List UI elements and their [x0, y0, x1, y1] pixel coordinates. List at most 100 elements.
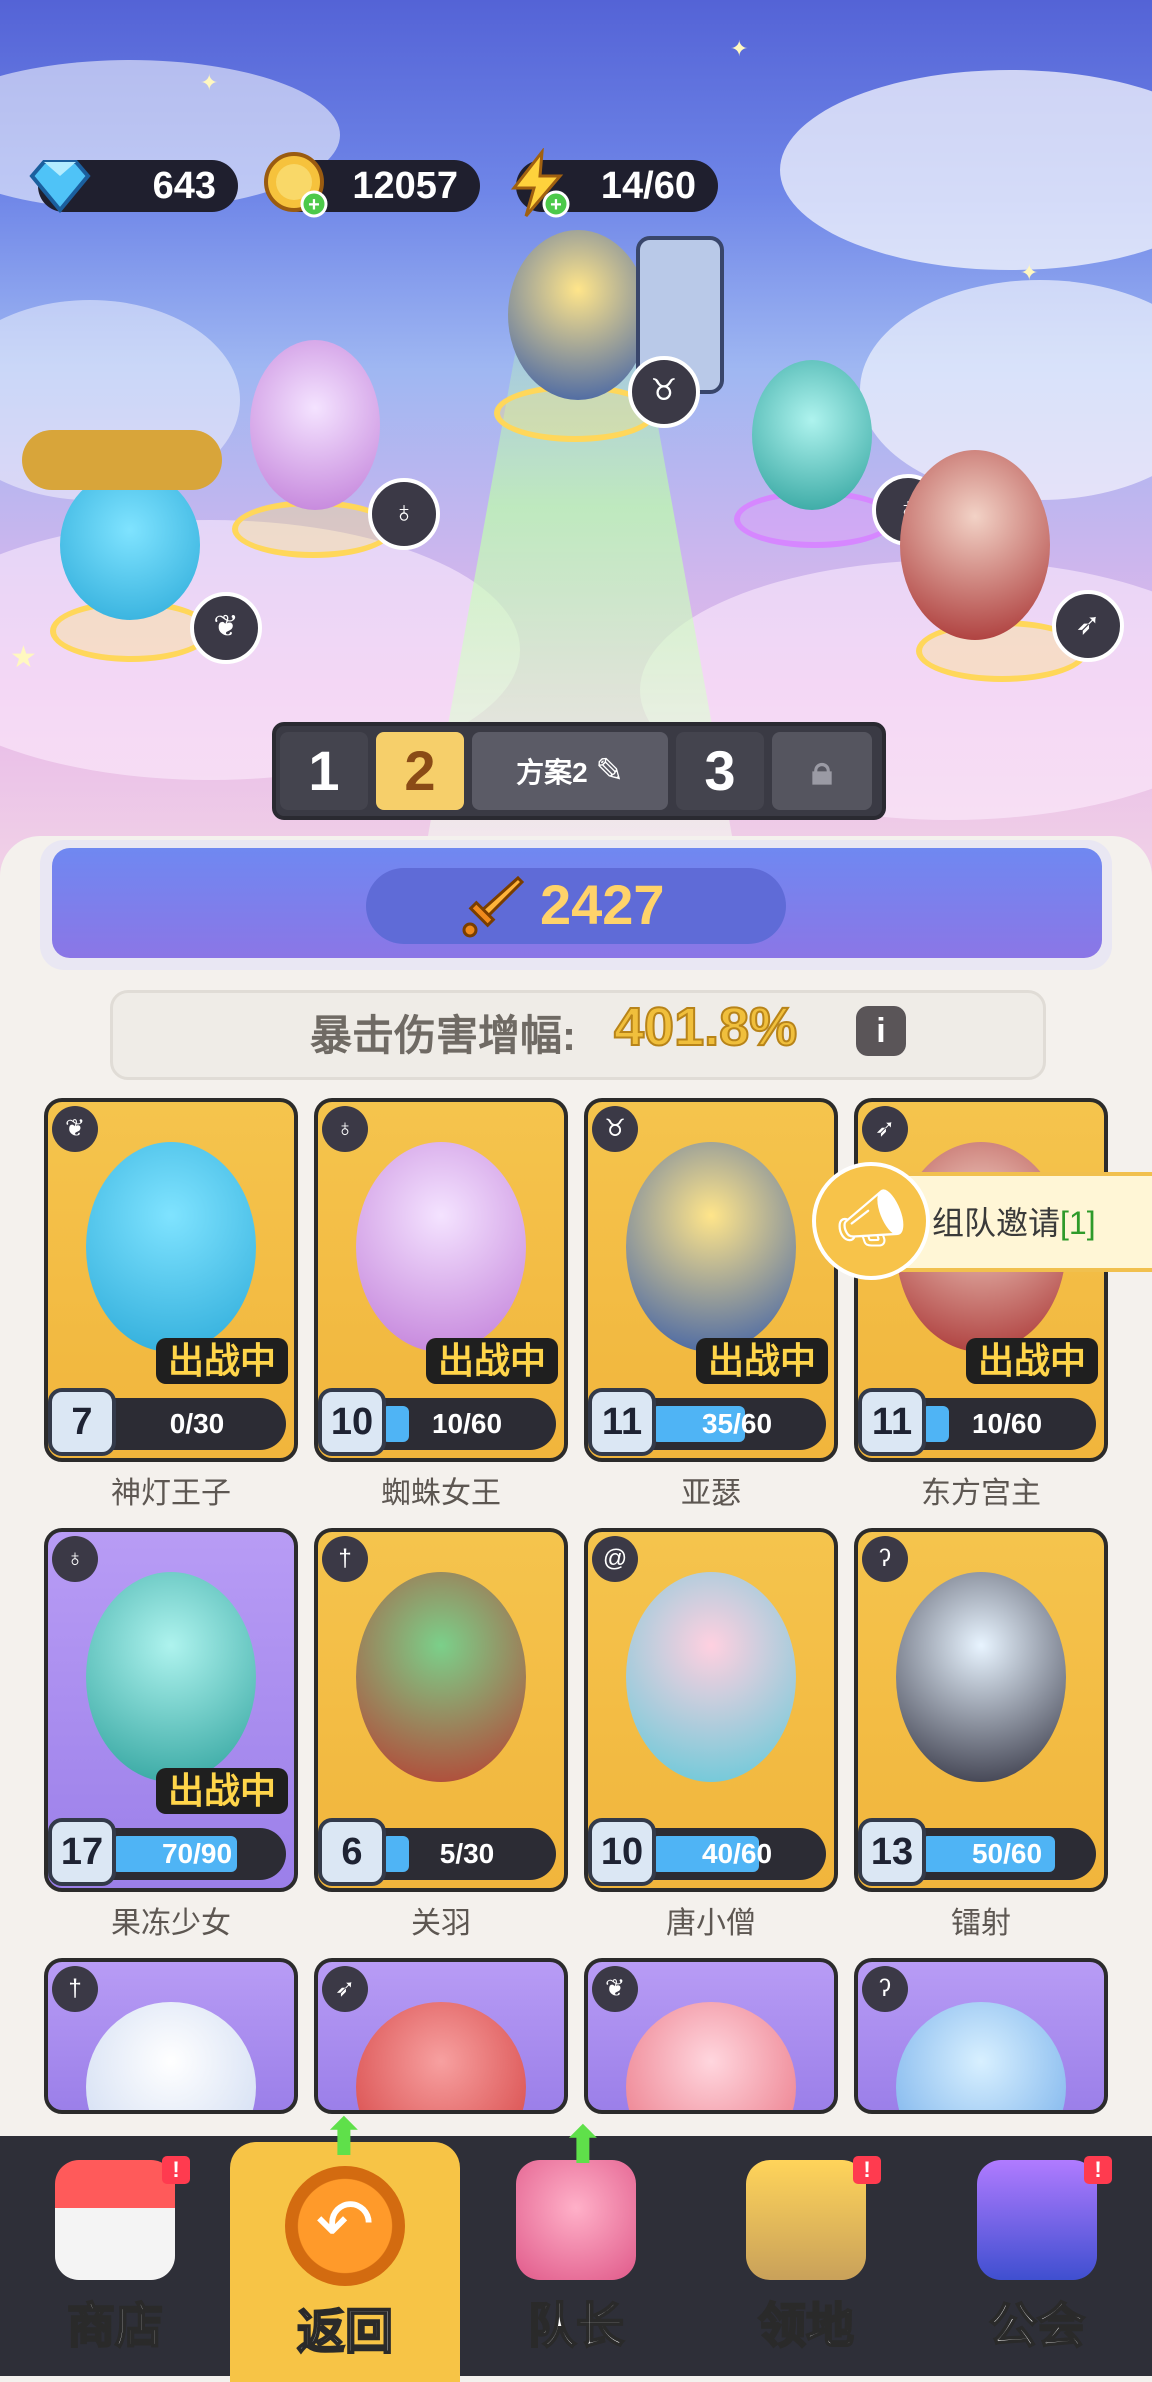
hero-spider-queen[interactable]: [250, 340, 380, 510]
hero-card[interactable]: ❦: [584, 1958, 838, 2114]
sword-icon: †: [322, 1536, 368, 1582]
hero-card[interactable]: ♁ 出战中 10/60 10: [314, 1098, 568, 1462]
energy-bolt-add-icon: +: [510, 148, 570, 218]
sword-icon: †: [52, 1966, 98, 2012]
hero-portrait: [356, 1572, 526, 1782]
hero-card[interactable]: ➶ 出战中 10/60 11: [854, 1098, 1108, 1462]
shop-icon: [55, 2160, 175, 2280]
alert-badge: !: [853, 2156, 881, 2184]
level-progress-text: 5/30: [439, 1838, 495, 1869]
hero-portrait: [86, 2002, 256, 2110]
lock-icon[interactable]: 🔒︎: [772, 732, 872, 810]
hero-portrait: [626, 1572, 796, 1782]
plan-tab-1[interactable]: 1: [280, 732, 368, 810]
crit-damage-value: 401.8%: [613, 996, 798, 1058]
bow-icon: ➶: [862, 1106, 908, 1152]
hero-card[interactable]: † 5/30 6: [314, 1528, 568, 1892]
hero-card[interactable]: ʔ: [854, 1958, 1108, 2114]
hero-name: 神灯王子: [111, 1477, 231, 1510]
plan-tab-3[interactable]: 3: [676, 732, 764, 810]
swirl-icon: @: [592, 1536, 638, 1582]
gems-value: 643: [152, 165, 216, 207]
hero-eastern-palace-lady[interactable]: [900, 450, 1050, 640]
svg-text:+: +: [550, 194, 562, 216]
plan-name-edit[interactable]: 方案2 ✎: [472, 732, 668, 810]
wings-icon: ❦: [52, 1106, 98, 1152]
hero-name: 果冻少女: [111, 1907, 231, 1940]
hero-card[interactable]: @40/60 10: [584, 1528, 838, 1892]
upgrade-arrow-icon: ⬆: [561, 2117, 605, 2175]
hero-name: 亚瑟: [681, 1477, 741, 1510]
potion-icon: ♁: [52, 1536, 98, 1582]
hero-card[interactable]: ♉ 出战中 35/60 11: [584, 1098, 838, 1462]
potion-icon: ♁: [322, 1106, 368, 1152]
level-progress-text: 10/60: [431, 1408, 503, 1439]
nav-shop[interactable]: 商店!: [0, 2136, 230, 2376]
bow-icon: ➶: [1052, 590, 1124, 662]
nav-territory[interactable]: 领地!: [691, 2136, 921, 2376]
bow-icon: ➶: [322, 1966, 368, 2012]
hero-portrait: [896, 1572, 1066, 1782]
invite-count: [1]: [1060, 1205, 1096, 1241]
hero-card[interactable]: †: [44, 1958, 298, 2114]
coins-value: 12057: [352, 165, 458, 207]
star-icon: ✦: [1020, 260, 1039, 285]
gems-counter[interactable]: 643: [29, 160, 238, 214]
hero-name: 东方宫主: [921, 1477, 1041, 1510]
territory-icon: [746, 2160, 866, 2280]
nav-back[interactable]: ↶ 返回 ⬆: [230, 2109, 460, 2382]
hero-level: 6: [318, 1818, 386, 1886]
hero-level: 7: [48, 1388, 116, 1456]
in-battle-badge: 出战中: [155, 1768, 288, 1814]
hero-level: 11: [588, 1388, 656, 1456]
hero-portrait: [626, 1142, 796, 1352]
back-icon: ↶: [285, 2166, 405, 2286]
upgrade-arrow-icon: ⬆: [322, 2109, 366, 2167]
hero-level: 17: [48, 1818, 116, 1886]
sword-icon: [462, 875, 525, 938]
star-icon: ★: [10, 641, 37, 674]
captain-icon: [516, 2160, 636, 2280]
energy-counter[interactable]: + 14/60: [510, 148, 718, 218]
hero-portrait: [86, 1142, 256, 1352]
hero-portrait: [86, 1572, 256, 1782]
level-progress-text: 0/30: [169, 1408, 225, 1439]
team-invite-button[interactable]: 📣︎ 组队邀请[1]: [812, 1162, 1152, 1280]
hero-arthur[interactable]: [508, 230, 648, 400]
info-icon[interactable]: i: [856, 1006, 906, 1056]
hero-genie-prince[interactable]: [60, 470, 200, 620]
nav-label: 领地: [757, 2299, 855, 2354]
nav-label: 队长: [527, 2299, 625, 2354]
hero-card[interactable]: ❦ 出战中 0/30 7: [44, 1098, 298, 1462]
hero-card[interactable]: ♁ 出战中 70/90 17: [44, 1528, 298, 1892]
hero-jelly-girl[interactable]: [752, 360, 872, 510]
hero-level: 11: [858, 1388, 926, 1456]
staff-icon: ʔ: [862, 1536, 908, 1582]
nav-captain[interactable]: 队长 ⬆: [461, 2117, 691, 2376]
hero-name: 镭射: [951, 1907, 1011, 1940]
coin-add-icon: +: [264, 152, 328, 218]
horns-icon: ♉: [592, 1106, 638, 1152]
svg-text:+: +: [308, 194, 320, 216]
hero-card[interactable]: ʔ 50/60 13: [854, 1528, 1108, 1892]
hero-portrait: [356, 2002, 526, 2110]
hero-portrait: [896, 2002, 1066, 2110]
coins-counter[interactable]: + 12057: [264, 152, 480, 218]
alert-badge: !: [1084, 2156, 1112, 2184]
plan-tab-2[interactable]: 2: [376, 732, 464, 810]
nav-guild[interactable]: 公会!: [922, 2136, 1152, 2376]
wings-icon: ❦: [592, 1966, 638, 2012]
level-progress-text: 50/60: [971, 1838, 1043, 1869]
edit-note-icon: ✎: [595, 752, 624, 790]
invite-label: 组队邀请: [932, 1205, 1061, 1241]
in-battle-badge: 出战中: [695, 1338, 828, 1384]
alert-badge: !: [162, 2156, 190, 2184]
plan-name-label: 方案2: [516, 757, 588, 788]
hero-portrait: [626, 2002, 796, 2110]
hero-level: 10: [318, 1388, 386, 1456]
hero-card[interactable]: ➶: [314, 1958, 568, 2114]
team-power-value: 2427: [540, 873, 665, 936]
star-icon: ✦: [200, 70, 219, 95]
megaphone-icon: 📣︎: [812, 1162, 930, 1280]
energy-value: 14/60: [600, 165, 696, 207]
